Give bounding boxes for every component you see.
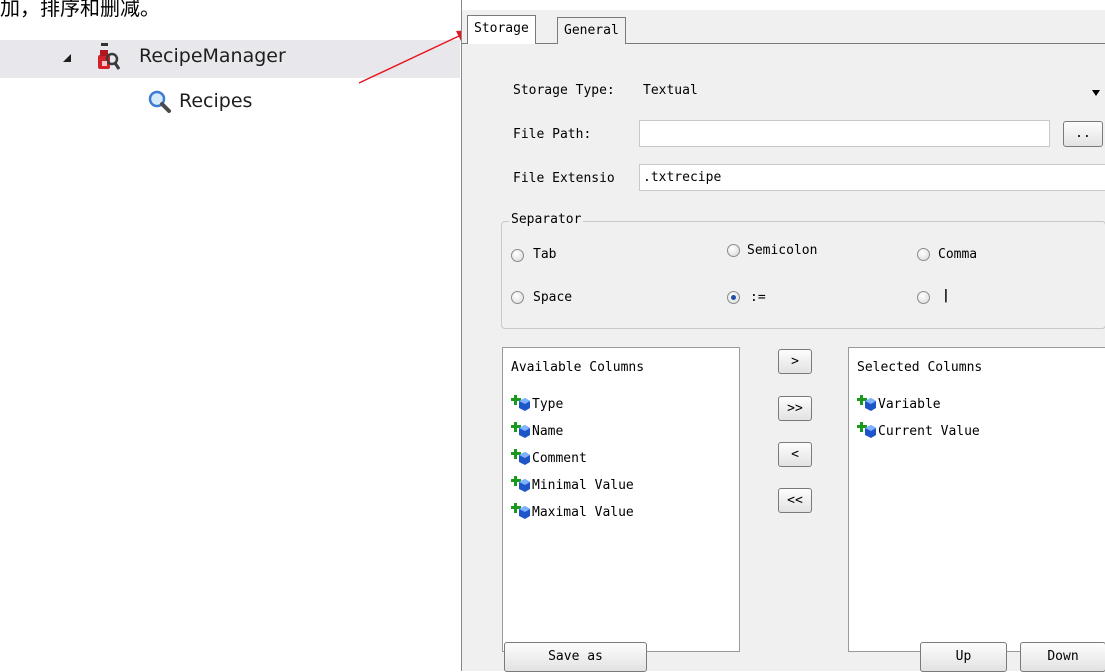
storage-type-value: Textual — [643, 83, 698, 98]
remove-column-button[interactable]: < — [778, 442, 812, 467]
tab-general[interactable]: General — [557, 17, 626, 44]
variable-icon — [857, 395, 876, 411]
file-path-input[interactable] — [639, 120, 1050, 147]
available-columns-header: Available Columns — [511, 360, 645, 375]
save-as-button[interactable]: Save as — [504, 642, 647, 672]
variable-icon — [511, 395, 530, 411]
radio-tab-label: Tab — [533, 247, 557, 262]
list-item[interactable]: Comment — [511, 449, 587, 467]
tree-item-recipemanager[interactable]: RecipeManager — [139, 45, 286, 67]
list-item[interactable]: Current Value — [857, 422, 980, 440]
dropdown-arrow-icon[interactable] — [1091, 86, 1101, 96]
selected-columns-list[interactable]: Selected Columns Variable Current Value — [848, 347, 1105, 652]
file-extension-input[interactable]: .txtrecipe — [639, 164, 1105, 191]
recipe-settings-dialog: Storage General Storage Type: Textual Fi… — [461, 0, 1105, 672]
variable-icon — [857, 422, 876, 438]
list-item[interactable]: Variable — [857, 395, 941, 413]
add-column-button[interactable]: > — [778, 349, 812, 374]
available-columns-list[interactable]: Available Columns Type Name Comment Mini… — [502, 347, 740, 652]
list-item[interactable]: Maximal Value — [511, 503, 634, 521]
red-arrow-annotation — [355, 22, 475, 88]
list-item[interactable]: Type — [511, 395, 563, 413]
variable-icon — [511, 422, 530, 438]
radio-pipe-label: | — [942, 288, 950, 303]
recipe-manager-icon — [94, 41, 121, 75]
tree-item-recipes[interactable]: Recipes — [179, 90, 252, 112]
tab-storage[interactable]: Storage — [467, 15, 536, 44]
radio-tab[interactable] — [511, 249, 524, 262]
radio-comma[interactable] — [917, 248, 930, 261]
file-path-label: File Path: — [513, 127, 592, 142]
variable-icon — [511, 449, 530, 465]
expand-triangle-icon[interactable] — [62, 52, 72, 62]
remove-all-columns-button[interactable]: << — [778, 488, 812, 513]
radio-space[interactable] — [511, 291, 524, 304]
radio-comma-label: Comma — [938, 247, 978, 262]
search-magnifier-icon — [147, 89, 173, 113]
file-extension-label: File Extensio — [513, 171, 615, 186]
down-button[interactable]: Down — [1020, 642, 1105, 672]
storage-type-select[interactable]: Textual — [639, 77, 1105, 104]
list-item[interactable]: Minimal Value — [511, 476, 634, 494]
selected-columns-header: Selected Columns — [857, 360, 983, 375]
separator-groupbox — [501, 221, 1105, 329]
document-text: 加，排序和删减。 — [0, 0, 160, 20]
separator-title: Separator — [509, 212, 584, 227]
add-all-columns-button[interactable]: >> — [778, 396, 812, 421]
radio-space-label: Space — [533, 290, 573, 305]
radio-assign-label: := — [750, 290, 766, 305]
radio-semicolon[interactable] — [727, 244, 740, 257]
radio-assign[interactable] — [727, 291, 740, 304]
storage-type-label: Storage Type: — [513, 83, 615, 98]
browse-button[interactable]: .. — [1063, 121, 1103, 147]
up-button[interactable]: Up — [920, 642, 1007, 672]
variable-icon — [511, 476, 530, 492]
variable-icon — [511, 503, 530, 519]
list-item[interactable]: Name — [511, 422, 563, 440]
radio-pipe[interactable] — [917, 291, 930, 304]
radio-semicolon-label: Semicolon — [747, 243, 818, 258]
